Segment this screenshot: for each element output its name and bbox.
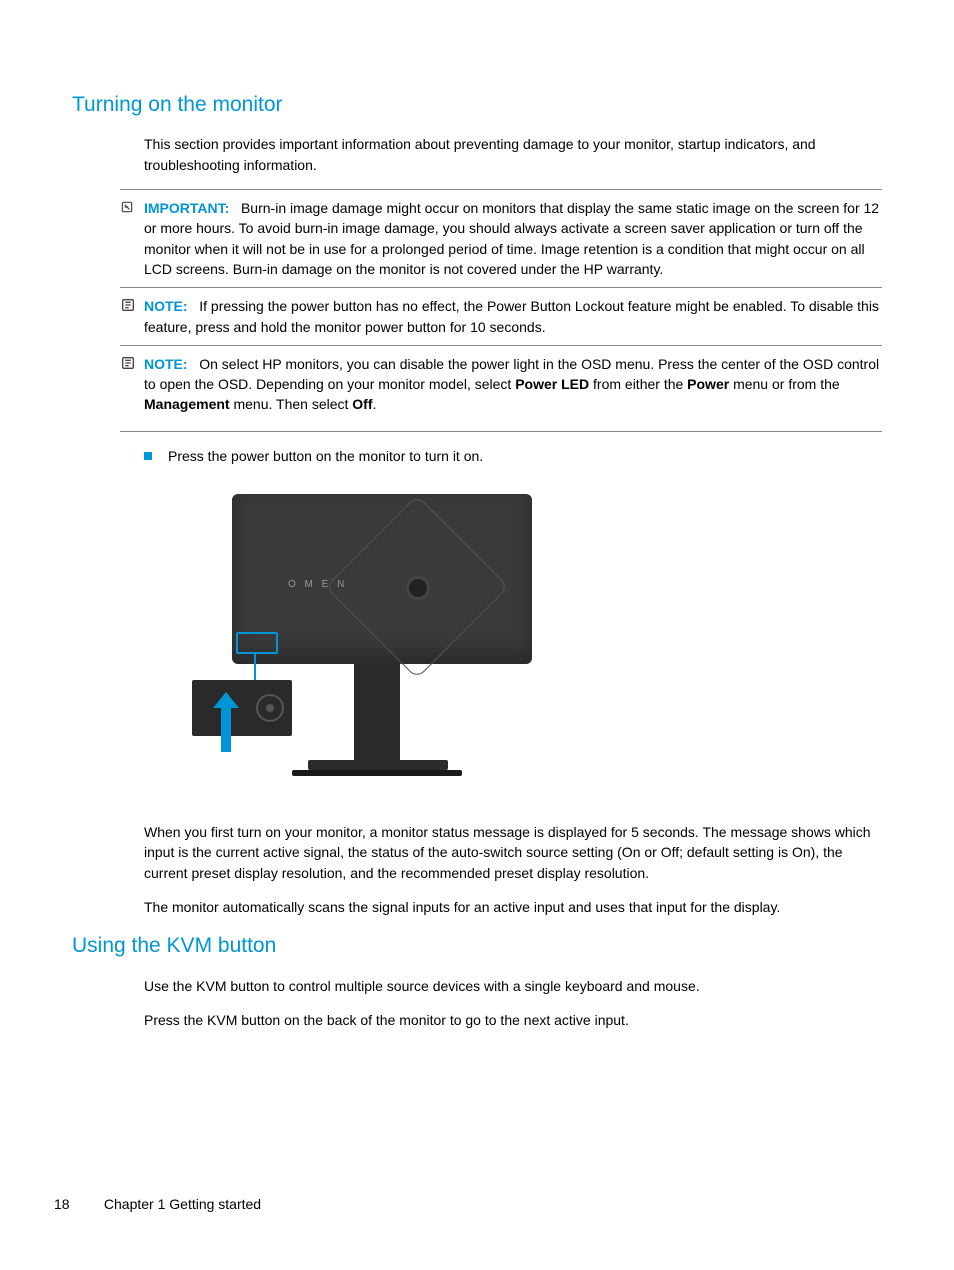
note2-text-b: from either the <box>589 376 687 392</box>
note-label-2: NOTE: <box>144 356 188 372</box>
arrow-up-icon <box>216 702 236 752</box>
kvm-para-1: Use the KVM button to control multiple s… <box>144 976 882 996</box>
note-label-1: NOTE: <box>144 298 188 314</box>
callout-important: IMPORTANT: Burn-in image damage might oc… <box>120 198 882 279</box>
inset-zoom <box>192 680 292 736</box>
note2-bold4: Off <box>352 396 372 412</box>
page-footer: 18 Chapter 1 Getting started <box>54 1194 261 1214</box>
note2-bold3: Management <box>144 396 230 412</box>
note-icon <box>120 296 144 318</box>
bullet-text-1: Press the power button on the monitor to… <box>168 446 483 466</box>
important-text: Burn-in image damage might occur on moni… <box>144 200 879 277</box>
note2-text-c: menu or from the <box>729 376 840 392</box>
note2-bold1: Power LED <box>515 376 589 392</box>
note-icon <box>120 354 144 376</box>
chapter-label: Chapter 1 Getting started <box>104 1196 261 1212</box>
heading-using-kvm-button: Using the KVM button <box>72 931 882 961</box>
important-label: IMPORTANT: <box>144 200 229 216</box>
square-bullet-icon <box>144 452 152 460</box>
note2-bold2: Power <box>687 376 729 392</box>
note-text-1: If pressing the power button has no effe… <box>144 298 879 334</box>
highlight-rect-icon <box>236 632 278 654</box>
callout-note-2: NOTE: On select HP monitors, you can dis… <box>120 354 882 415</box>
page-number: 18 <box>54 1194 100 1214</box>
note2-text-e: . <box>373 396 377 412</box>
omen-brand-label: O M E N <box>288 578 347 593</box>
figure-monitor-rear: O M E N <box>192 494 532 794</box>
bullet-press-power: Press the power button on the monitor to… <box>144 446 882 466</box>
important-icon <box>120 198 144 219</box>
intro-paragraph: This section provides important informat… <box>144 134 882 175</box>
heading-turning-on-monitor: Turning on the monitor <box>72 90 882 120</box>
callout-note-1: NOTE: If pressing the power button has n… <box>120 296 882 337</box>
kvm-para-2: Press the KVM button on the back of the … <box>144 1010 882 1030</box>
para-auto-scan: The monitor automatically scans the sign… <box>144 897 882 917</box>
para-status-message: When you first turn on your monitor, a m… <box>144 822 882 883</box>
note2-text-d: menu. Then select <box>230 396 353 412</box>
osd-dial-icon <box>256 694 284 722</box>
